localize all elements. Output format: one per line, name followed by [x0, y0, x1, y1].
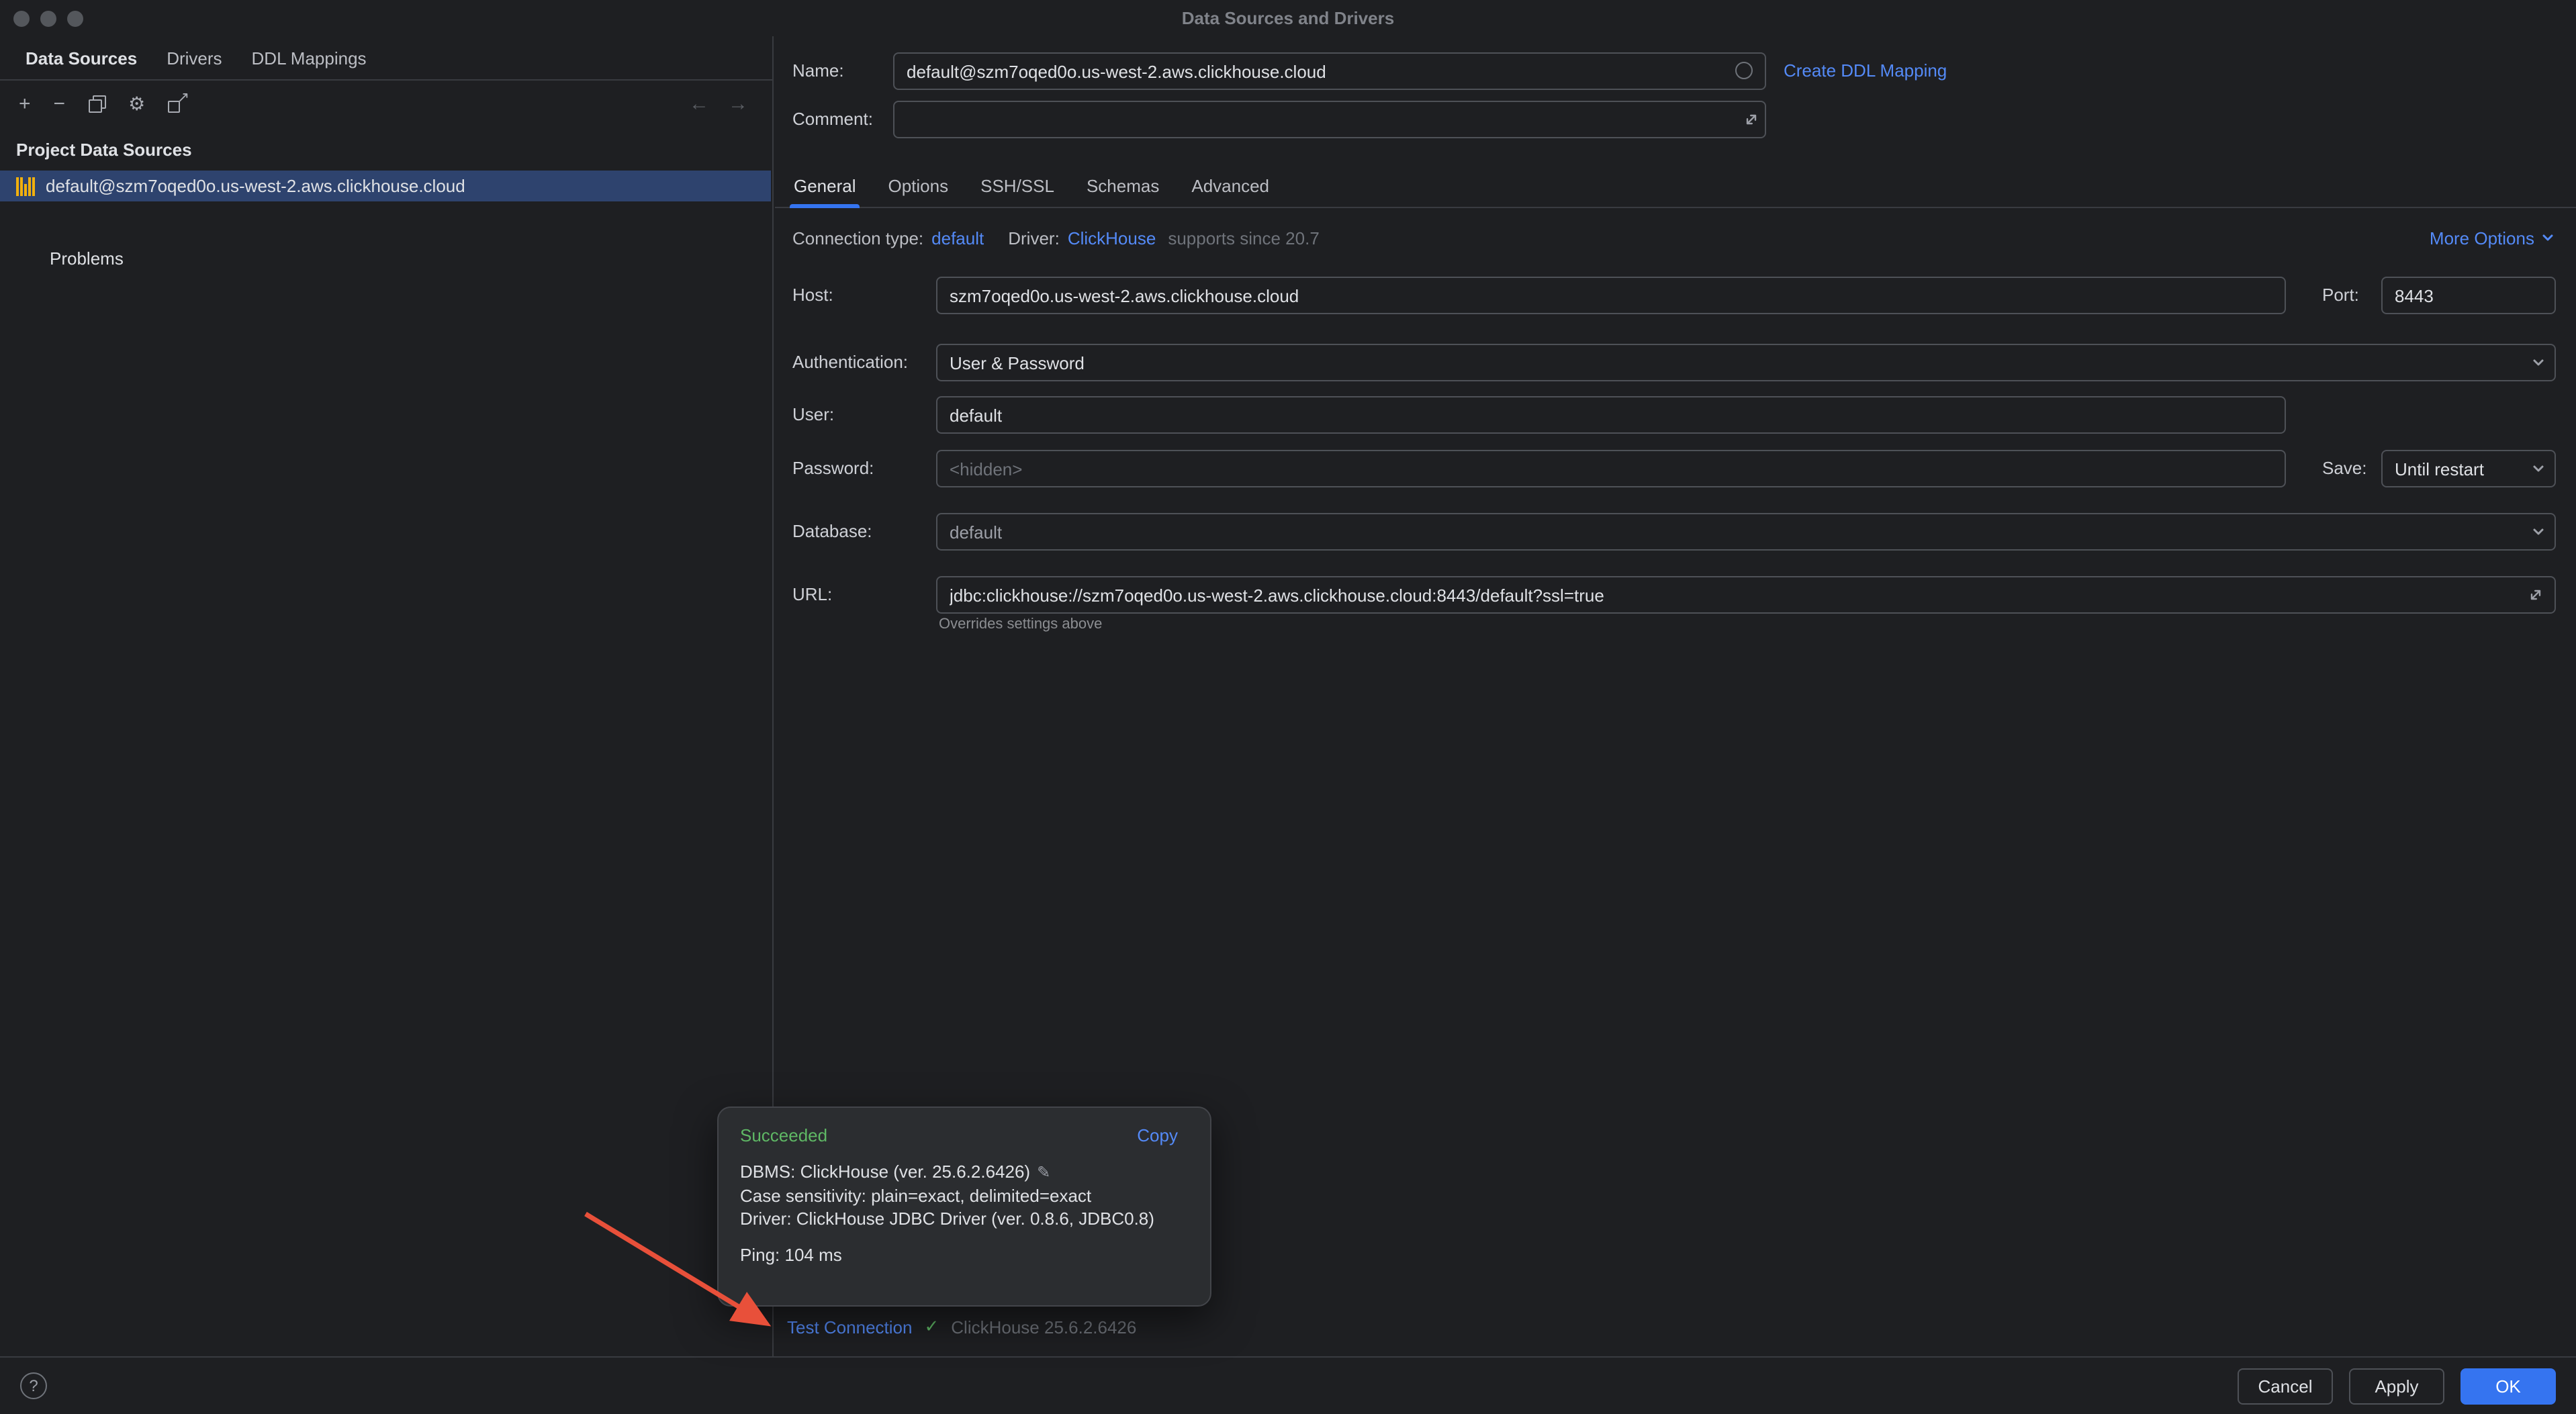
zoom-button[interactable]: [67, 11, 83, 27]
test-connection-row: Test Connection ✓ ClickHouse 25.6.2.6426: [787, 1307, 1136, 1347]
ping-line: Ping: 104 ms: [740, 1245, 1189, 1265]
cancel-button[interactable]: Cancel: [2238, 1368, 2333, 1404]
url-label: URL:: [792, 576, 832, 614]
database-combo[interactable]: default: [936, 513, 2556, 551]
case-sensitivity-line: Case sensitivity: plain=exact, delimited…: [740, 1184, 1189, 1207]
driver-support-note: supports since 20.7: [1168, 228, 1319, 248]
apply-button[interactable]: Apply: [2349, 1368, 2444, 1404]
remove-data-source-icon[interactable]: −: [54, 93, 66, 113]
database-value: default: [950, 522, 1002, 542]
titlebar: Data Sources and Drivers: [0, 0, 2576, 36]
driver-value-link[interactable]: ClickHouse: [1068, 228, 1156, 248]
name-input[interactable]: [893, 52, 1766, 90]
add-data-source-icon[interactable]: +: [19, 93, 31, 113]
connection-status-text: ClickHouse 25.6.2.6426: [951, 1317, 1136, 1337]
gear-icon[interactable]: ⚙: [128, 94, 145, 113]
status-badge: Succeeded: [740, 1125, 827, 1145]
minimize-button[interactable]: [40, 11, 56, 27]
left-panel-tabs: Data Sources Drivers DDL Mappings: [0, 36, 772, 81]
more-options-link[interactable]: More Options: [2430, 222, 2555, 254]
name-label: Name:: [792, 52, 844, 90]
user-input[interactable]: [936, 396, 2286, 434]
export-arrow-icon: ↗: [177, 89, 189, 106]
port-input[interactable]: [2381, 277, 2556, 314]
dbms-line: DBMS: ClickHouse (ver. 25.6.2.6426) ✎: [740, 1160, 1189, 1184]
edit-pencil-icon[interactable]: ✎: [1037, 1163, 1050, 1182]
user-label: User:: [792, 396, 834, 434]
chevron-down-icon: [2532, 462, 2545, 475]
tab-ssh-ssl[interactable]: SSH/SSL: [964, 164, 1070, 207]
data-source-list-item[interactable]: default@szm7oqed0o.us-west-2.aws.clickho…: [0, 171, 771, 201]
test-connection-link[interactable]: Test Connection: [787, 1317, 912, 1337]
duplicate-icon[interactable]: [88, 95, 105, 112]
left-panel-toolbar: + − ⚙ ↗ ← →: [0, 81, 772, 126]
host-label: Host:: [792, 277, 833, 314]
chevron-down-icon: [2532, 525, 2545, 538]
tab-advanced[interactable]: Advanced: [1175, 164, 1285, 207]
window-title: Data Sources and Drivers: [0, 0, 2576, 36]
tab-schemas[interactable]: Schemas: [1070, 164, 1175, 207]
traffic-lights: [13, 11, 83, 27]
url-override-note: Overrides settings above: [939, 616, 1102, 632]
save-label: Save:: [2322, 450, 2367, 487]
popup-header: Succeeded Copy: [740, 1125, 1189, 1145]
comment-label: Comment:: [792, 101, 873, 138]
forward-arrow-icon[interactable]: →: [728, 92, 748, 115]
open-in-editor-icon[interactable]: ↗: [168, 94, 187, 113]
dbms-text: DBMS: ClickHouse (ver. 25.6.2.6426): [740, 1162, 1030, 1182]
loading-circle-icon: [1735, 62, 1753, 79]
database-label: Database:: [792, 513, 872, 551]
driver-version-line: Driver: ClickHouse JDBC Driver (ver. 0.8…: [740, 1207, 1189, 1230]
copy-link[interactable]: Copy: [1137, 1125, 1178, 1145]
comment-input[interactable]: [893, 101, 1766, 138]
connection-type-value-link[interactable]: default: [931, 228, 984, 248]
password-label: Password:: [792, 450, 874, 487]
authentication-value: User & Password: [950, 352, 1085, 373]
expand-field-icon[interactable]: [1743, 111, 1759, 128]
back-arrow-icon[interactable]: ←: [689, 92, 709, 115]
connection-type-label: Connection type:: [792, 228, 923, 248]
tab-options[interactable]: Options: [872, 164, 965, 207]
chevron-down-icon: [2541, 231, 2555, 244]
tab-ddl-mappings[interactable]: DDL Mappings: [237, 36, 381, 79]
settings-tabs: General Options SSH/SSL Schemas Advanced: [775, 164, 2576, 208]
password-input[interactable]: [936, 450, 2286, 487]
url-input[interactable]: [936, 576, 2556, 614]
tab-data-sources[interactable]: Data Sources: [11, 36, 152, 79]
tab-drivers[interactable]: Drivers: [152, 36, 236, 79]
host-input[interactable]: [936, 277, 2286, 314]
data-sources-dialog: Data Sources and Drivers Data Sources Dr…: [0, 0, 2576, 1414]
create-ddl-mapping-link[interactable]: Create DDL Mapping: [1784, 52, 1947, 90]
history-nav: ← →: [689, 92, 748, 115]
tab-general[interactable]: General: [778, 164, 872, 207]
help-glyph: ?: [29, 1376, 38, 1395]
connection-result-popup: Succeeded Copy DBMS: ClickHouse (ver. 25…: [717, 1106, 1211, 1307]
clickhouse-icon: [16, 177, 35, 195]
save-select[interactable]: Until restart: [2381, 450, 2556, 487]
problems-node[interactable]: Problems: [50, 248, 124, 269]
more-options-label: More Options: [2430, 228, 2534, 248]
data-source-name: default@szm7oqed0o.us-west-2.aws.clickho…: [46, 176, 465, 196]
left-panel: Data Sources Drivers DDL Mappings + − ⚙ …: [0, 36, 774, 1356]
driver-label: Driver:: [1008, 228, 1060, 248]
ok-button[interactable]: OK: [2460, 1368, 2556, 1404]
connection-type-row: Connection type: default Driver: ClickHo…: [792, 222, 1320, 254]
expand-field-icon[interactable]: [2528, 587, 2544, 603]
footer-buttons: Cancel Apply OK: [2238, 1368, 2556, 1404]
chevron-down-icon: [2532, 356, 2545, 369]
authentication-select[interactable]: User & Password: [936, 344, 2556, 381]
close-button[interactable]: [13, 11, 30, 27]
help-button[interactable]: ?: [20, 1372, 47, 1399]
project-data-sources-heading: Project Data Sources: [16, 140, 192, 160]
success-check-icon: ✓: [924, 1316, 939, 1337]
save-value: Until restart: [2395, 459, 2484, 479]
authentication-label: Authentication:: [792, 344, 908, 381]
dialog-footer: ? Cancel Apply OK: [0, 1356, 2576, 1414]
port-label: Port:: [2322, 277, 2359, 314]
